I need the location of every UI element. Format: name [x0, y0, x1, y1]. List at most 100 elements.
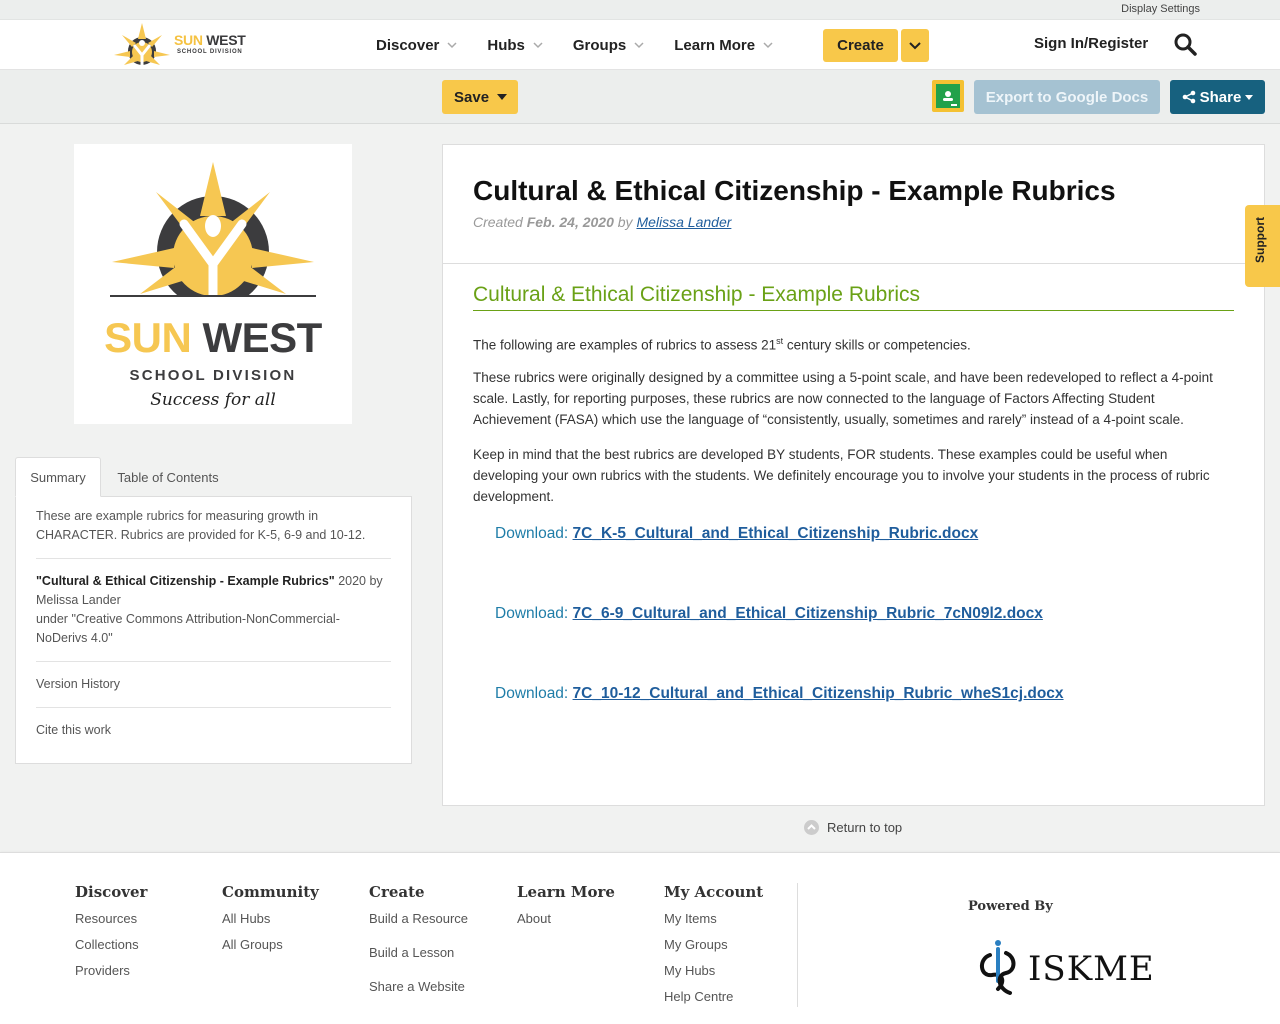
footer-link-help-centre[interactable]: Help Centre — [664, 989, 763, 1004]
main-navigation: SUN WEST SCHOOL DIVISION Discover Hubs G… — [0, 20, 1280, 70]
by-label: by — [617, 214, 633, 230]
attribution-author: Melissa Lander — [36, 593, 121, 607]
divider — [36, 661, 391, 662]
iskme-logo[interactable]: ISKME — [976, 937, 1156, 997]
section-heading: Cultural & Ethical Citizenship - Example… — [473, 283, 1234, 311]
cite-work-link[interactable]: Cite this work — [36, 721, 391, 740]
google-classroom-button[interactable] — [932, 80, 964, 112]
footer-community: Community All Hubs All Groups — [222, 883, 319, 952]
powered-by-label: Powered By — [968, 899, 1053, 914]
footer-heading: Create — [369, 883, 425, 901]
footer-heading: Learn More — [517, 883, 615, 901]
top-utility-bar: Display Settings — [0, 0, 1280, 20]
nav-learn-more[interactable]: Learn More — [674, 37, 773, 54]
iskme-wordmark: ISKME — [1028, 949, 1155, 989]
download-label: Download: — [495, 685, 573, 702]
attribution: "Cultural & Ethical Citizenship - Exampl… — [36, 572, 391, 648]
search-icon[interactable] — [1173, 32, 1197, 56]
resource-toolbar: Save Export to Google Docs Share — [0, 70, 1280, 124]
save-button-label: Save — [454, 88, 490, 106]
download-item: Download: 7C_6-9_Cultural_and_Ethical_Ci… — [495, 605, 1043, 623]
nav-learn-more-label: Learn More — [674, 36, 756, 54]
footer-link-providers[interactable]: Providers — [75, 963, 147, 978]
site-footer: Discover Resources Collections Providers… — [0, 852, 1280, 1024]
created-date: Feb. 24, 2020 — [526, 214, 614, 230]
download-link-6-9[interactable]: 7C_6-9_Cultural_and_Ethical_Citizenship_… — [573, 605, 1043, 622]
footer-link-build-lesson[interactable]: Build a Lesson — [369, 945, 468, 960]
create-dropdown-button[interactable] — [901, 29, 929, 62]
summary-text: These are example rubrics for measuring … — [36, 509, 366, 542]
page-title: Cultural & Ethical Citizenship - Example… — [473, 175, 1116, 206]
attribution-license: under "Creative Commons Attribution-NonC… — [36, 612, 340, 645]
footer-heading: Discover — [75, 883, 148, 901]
support-tab[interactable]: Support — [1245, 205, 1280, 287]
footer-discover: Discover Resources Collections Providers — [75, 883, 147, 978]
download-link-10-12[interactable]: 7C_10-12_Cultural_and_Ethical_Citizenshi… — [573, 685, 1064, 702]
resource-content: Cultural & Ethical Citizenship - Example… — [442, 144, 1265, 806]
download-item: Download: 7C_K-5_Cultural_and_Ethical_Ci… — [495, 525, 978, 543]
footer-link-about[interactable]: About — [517, 911, 615, 926]
logo-division-text: SCHOOL DIVISION — [177, 49, 243, 55]
arrow-up-circle-icon — [804, 820, 819, 835]
footer-link-share-website[interactable]: Share a Website — [369, 979, 468, 994]
export-google-docs-button[interactable]: Export to Google Docs — [974, 80, 1160, 114]
divider — [36, 707, 391, 708]
download-label: Download: — [495, 605, 573, 622]
nav-discover-label: Discover — [376, 36, 440, 54]
footer-link-resources[interactable]: Resources — [75, 911, 147, 926]
footer-link-all-hubs[interactable]: All Hubs — [222, 911, 319, 926]
sidebar-tabs: Summary Table of Contents — [15, 457, 412, 497]
footer-my-account: My Account My Items My Groups My Hubs He… — [664, 883, 763, 1004]
footer-link-my-hubs[interactable]: My Hubs — [664, 963, 763, 978]
paragraph-scale: These rubrics were originally designed b… — [473, 370, 1213, 427]
footer-link-collections[interactable]: Collections — [75, 937, 147, 952]
nav-hubs[interactable]: Hubs — [487, 37, 543, 54]
paragraph-intro: The following are examples of rubrics to… — [473, 331, 1234, 356]
paragraph-intro-text-end: century skills or competencies. — [783, 337, 971, 353]
thumbnail-sun-text: SUN — [104, 314, 192, 361]
paragraph-intro-text: The following are examples of rubrics to… — [473, 337, 777, 353]
nav-hubs-label: Hubs — [487, 36, 525, 54]
download-item: Download: 7C_10-12_Cultural_and_Ethical_… — [495, 685, 1064, 703]
display-settings-link[interactable]: Display Settings — [1121, 3, 1200, 15]
save-button[interactable]: Save — [442, 80, 518, 114]
version-history-link[interactable]: Version History — [36, 675, 391, 694]
nav-menu: Discover Hubs Groups Learn More — [376, 20, 803, 70]
return-to-top-label: Return to top — [827, 820, 903, 835]
nav-groups[interactable]: Groups — [573, 37, 644, 54]
google-classroom-icon — [936, 84, 960, 108]
footer-link-my-groups[interactable]: My Groups — [664, 937, 763, 952]
chevron-down-icon — [763, 42, 773, 49]
divider — [36, 558, 391, 559]
footer-create: Create Build a Resource Build a Lesson S… — [369, 883, 468, 994]
footer-heading: Community — [222, 883, 319, 901]
author-link[interactable]: Melissa Lander — [636, 214, 731, 230]
create-button[interactable]: Create — [823, 29, 898, 62]
tab-summary[interactable]: Summary — [15, 457, 101, 497]
paragraph-advice: Keep in mind that the best rubrics are d… — [473, 447, 1210, 504]
download-link-k5[interactable]: 7C_K-5_Cultural_and_Ethical_Citizenship_… — [573, 525, 979, 542]
sun-logo-icon — [114, 23, 170, 65]
chevron-down-icon — [447, 42, 457, 49]
site-logo[interactable]: SUN WEST SCHOOL DIVISION — [112, 20, 262, 68]
attribution-year-by: 2020 by — [334, 574, 383, 588]
caret-down-icon — [497, 94, 508, 100]
share-button-label: Share — [1199, 88, 1242, 106]
logo-west-text: WEST — [206, 32, 246, 48]
nav-groups-label: Groups — [572, 36, 627, 54]
tab-table-of-contents[interactable]: Table of Contents — [105, 457, 231, 497]
return-to-top-link[interactable]: Return to top — [804, 820, 902, 835]
footer-link-my-items[interactable]: My Items — [664, 911, 763, 926]
created-meta: Created Feb. 24, 2020 by Melissa Lander — [473, 214, 731, 230]
thumbnail-division-text: SCHOOL DIVISION — [129, 367, 297, 384]
thumbnail-west-text: WEST — [202, 314, 323, 361]
iskme-logo-icon — [980, 940, 1016, 995]
footer-link-build-resource[interactable]: Build a Resource — [369, 911, 468, 926]
sign-in-register-link[interactable]: Sign In/Register — [1034, 35, 1148, 52]
sun-west-logo-image — [74, 162, 352, 314]
share-button[interactable]: Share — [1170, 80, 1265, 114]
caret-down-icon — [1245, 94, 1254, 100]
nav-discover[interactable]: Discover — [376, 37, 457, 54]
footer-link-all-groups[interactable]: All Groups — [222, 937, 319, 952]
support-label: Support — [1253, 217, 1267, 263]
